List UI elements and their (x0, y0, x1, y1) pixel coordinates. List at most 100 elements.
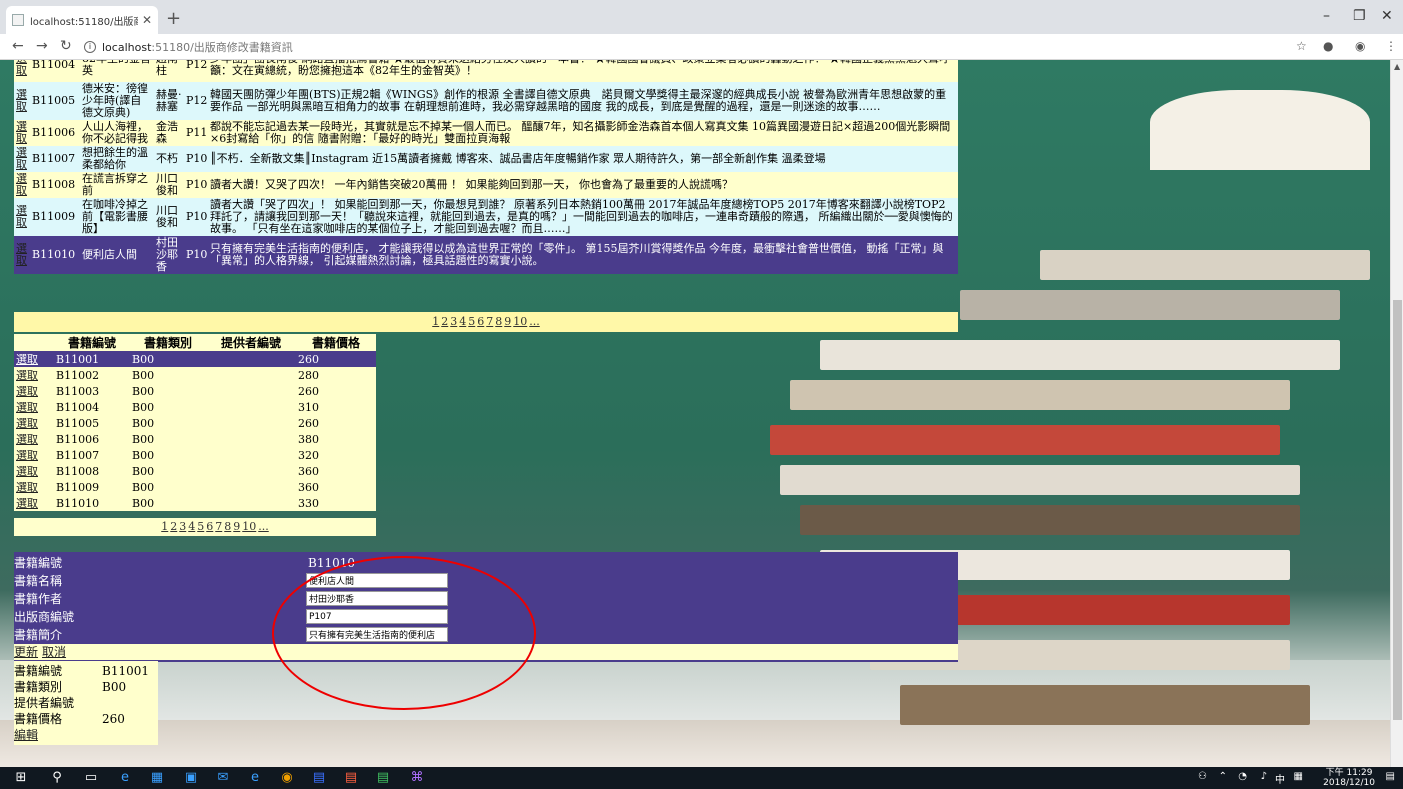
bookmark-star-icon[interactable]: ☆ (1296, 39, 1307, 53)
select-link[interactable]: 選取 (16, 433, 38, 446)
visual-studio-icon[interactable]: ⌘ (410, 771, 424, 785)
reload-icon[interactable]: ↻ (60, 38, 72, 54)
browser-menu-icon[interactable]: ⋮ (1385, 39, 1397, 53)
grid1-pager: 1 2 3 4 5 6 7 8 9 10... (14, 312, 958, 332)
select-link[interactable]: 選取 (16, 204, 27, 229)
select-link[interactable]: 選取 (16, 385, 38, 398)
grid2-page-link[interactable]: 3 (179, 520, 186, 533)
grid2-id-cell: B11006 (54, 431, 130, 447)
grid1-page-link[interactable]: 6 (477, 315, 484, 328)
mail-icon[interactable]: ✉ (216, 771, 230, 785)
grid2-provider-cell (206, 447, 296, 463)
profile-avatar-icon[interactable]: ◉ (1355, 39, 1365, 53)
grid2-id-cell: B11009 (54, 479, 130, 495)
windows-start-icon[interactable]: ⊞ (14, 771, 28, 785)
close-window-button[interactable]: ✕ (1381, 8, 1393, 24)
scroll-up-arrow-icon[interactable]: ▲ (1394, 62, 1400, 71)
select-link[interactable]: 選取 (16, 242, 27, 267)
grid1-page-link[interactable]: 2 (441, 315, 448, 328)
excel-icon[interactable]: ▤ (376, 771, 390, 785)
word-icon[interactable]: ▤ (312, 771, 326, 785)
grid2-page-link[interactable]: 6 (206, 520, 213, 533)
grid1-page-link[interactable]: 5 (468, 315, 475, 328)
update-link[interactable]: 更新 (14, 645, 38, 659)
select-link[interactable]: 選取 (16, 88, 27, 113)
grid2-provider-cell (206, 463, 296, 479)
network-icon[interactable]: ◔ (1238, 771, 1247, 782)
grid1-page-link[interactable]: 9 (504, 315, 511, 328)
grid1-page-link[interactable]: ... (529, 315, 540, 328)
grid2-page-link[interactable]: 8 (224, 520, 231, 533)
internet-explorer-icon[interactable]: e (248, 771, 262, 785)
grid1-page-link[interactable]: 3 (450, 315, 457, 328)
task-view-icon[interactable]: ▭ (84, 771, 98, 785)
grid2-category-cell: B00 (130, 495, 206, 511)
grid2-page-link[interactable]: 9 (233, 520, 240, 533)
volume-icon[interactable]: ♪ (1261, 771, 1267, 782)
powerpoint-icon[interactable]: ▤ (344, 771, 358, 785)
grid2-page-link[interactable]: 4 (188, 520, 195, 533)
grid1-row: 選取B11010便利店人間村田沙耶香P107只有擁有完美生活指南的便利店， 才能… (14, 236, 958, 274)
select-link[interactable]: 選取 (16, 172, 27, 197)
minimize-button[interactable]: – (1323, 8, 1330, 24)
maximize-button[interactable]: ❐ (1353, 8, 1366, 24)
grid2-row: 選取 B11001 B00 260 (14, 351, 376, 367)
site-info-icon[interactable]: i (84, 41, 96, 53)
grid1-id-cell: B11010 (30, 236, 80, 274)
edit-link[interactable]: 編輯 (14, 728, 38, 742)
grid1-page-link[interactable]: 10 (513, 315, 527, 328)
grid1-page-link[interactable]: 8 (495, 315, 502, 328)
background-book (800, 505, 1300, 535)
grid1-page-link[interactable]: 4 (459, 315, 466, 328)
edge-browser-icon[interactable]: e (118, 771, 132, 785)
select-link[interactable]: 選取 (16, 60, 27, 77)
select-link[interactable]: 選取 (16, 417, 38, 430)
cancel-link[interactable]: 取消 (42, 645, 66, 659)
select-link[interactable]: 選取 (16, 497, 38, 510)
search-icon[interactable]: ⚲ (50, 771, 64, 785)
select-link[interactable]: 選取 (16, 449, 38, 462)
grid1-publisher-cell: P107 (184, 172, 208, 198)
address-bar[interactable]: i localhost:51180/出版商修改書籍資訊 (84, 37, 1284, 57)
tab-close-icon[interactable]: ✕ (142, 13, 152, 27)
select-link[interactable]: 選取 (16, 465, 38, 478)
select-link[interactable]: 選取 (16, 481, 38, 494)
tray-chevron-icon[interactable]: ⌃ (1219, 771, 1227, 782)
grid2-page-link[interactable]: 7 (215, 520, 222, 533)
grid2-page-link[interactable]: 1 (161, 520, 168, 533)
chrome-icon[interactable]: ◉ (280, 771, 294, 785)
page-scrollbar[interactable]: ▲ (1390, 60, 1403, 767)
form-row-id: 書籍編號 B11010 (14, 554, 958, 572)
grid1-page-link[interactable]: 7 (486, 315, 493, 328)
grid2-page-link[interactable]: 10 (242, 520, 256, 533)
select-link[interactable]: 選取 (16, 146, 27, 171)
grid1-page-link[interactable]: 1 (432, 315, 439, 328)
form-label-author: 書籍作者 (14, 592, 63, 606)
grid2-page-link[interactable]: 2 (170, 520, 177, 533)
grid1-row: 選取B1100482年生的金智英趙南柱P120少年團」團長南俊 網路直播推薦書籍… (14, 60, 958, 82)
notification-center-icon[interactable]: ▤ (1386, 771, 1395, 782)
back-arrow-icon[interactable]: ← (12, 38, 24, 54)
taskbar-clock[interactable]: 下午 11:29 2018/12/10 (1323, 768, 1375, 788)
grid2-pager: 1 2 3 4 5 6 7 8 9 10... (14, 518, 376, 536)
new-tab-button[interactable]: + (166, 8, 181, 29)
keyboard-icon[interactable]: ▦ (1294, 771, 1303, 782)
grid1-select-cell: 選取 (14, 198, 30, 236)
store-icon[interactable]: ▣ (184, 771, 198, 785)
extension-icon[interactable]: ● (1323, 39, 1333, 53)
forward-arrow-icon[interactable]: → (36, 38, 48, 54)
select-link[interactable]: 選取 (16, 353, 38, 366)
scrollbar-thumb[interactable] (1393, 300, 1402, 720)
browser-toolbar: ← → ↻ i localhost:51180/出版商修改書籍資訊 ☆ ● ◉ … (0, 34, 1403, 60)
grid2-category-cell: B00 (130, 383, 206, 399)
grid2-page-link[interactable]: ... (258, 520, 269, 533)
select-link[interactable]: 選取 (16, 369, 38, 382)
browser-tab[interactable]: localhost:51180/出版商修改書籍... ✕ (6, 6, 158, 34)
people-icon[interactable]: ⚇ (1198, 771, 1207, 782)
grid1-select-cell: 選取 (14, 60, 30, 82)
ime-indicator[interactable]: 中 (1275, 771, 1285, 786)
select-link[interactable]: 選取 (16, 120, 27, 145)
file-explorer-icon[interactable]: ▦ (150, 771, 164, 785)
select-link[interactable]: 選取 (16, 401, 38, 414)
grid2-page-link[interactable]: 5 (197, 520, 204, 533)
